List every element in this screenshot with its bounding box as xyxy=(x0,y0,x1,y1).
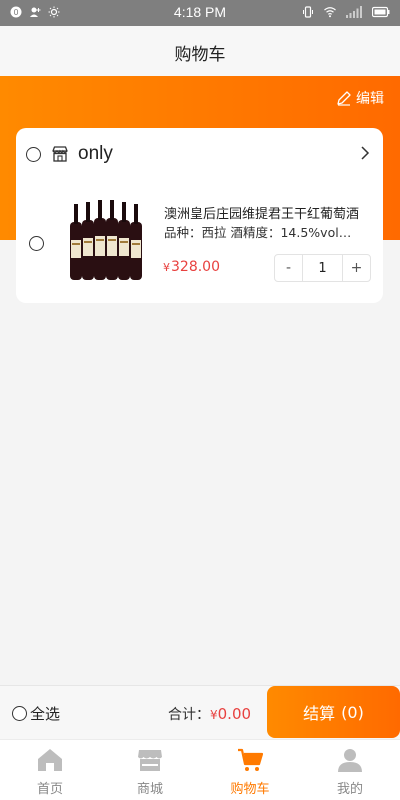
product-spec: 品种：西拉 酒精度：14.5%vol… xyxy=(164,225,352,240)
wine-bottles-group xyxy=(70,200,142,280)
tab-profile[interactable]: 我的 xyxy=(300,740,400,800)
tab-store[interactable]: 商城 xyxy=(100,740,200,800)
total-value: 0.00 xyxy=(217,705,252,723)
shop-select-radio[interactable] xyxy=(26,146,41,162)
edit-button[interactable]: 编辑 xyxy=(336,88,384,108)
tab-cart[interactable]: 购物车 xyxy=(200,740,300,800)
checkout-label: 结算 xyxy=(303,704,336,723)
product-name[interactable]: 澳洲皇后庄园维提君王干红葡萄酒 xyxy=(164,206,369,224)
home-icon xyxy=(38,749,62,771)
decrease-quantity-button[interactable]: - xyxy=(275,255,303,281)
tab-profile-label: 我的 xyxy=(336,782,363,797)
increase-quantity-button[interactable]: + xyxy=(342,255,370,281)
quantity-value[interactable]: 1 xyxy=(303,255,342,281)
quantity-stepper: - 1 + xyxy=(274,254,371,282)
total-summary: 合计：¥0.00 xyxy=(168,704,251,724)
page-header: 购物车 xyxy=(0,26,400,76)
total-currency: ¥ xyxy=(210,708,218,722)
tab-home-label: 首页 xyxy=(36,782,63,797)
shop-name: only xyxy=(78,143,113,164)
checkout-button[interactable]: 结算 (0) xyxy=(267,686,400,738)
edit-pencil-icon xyxy=(337,91,351,106)
signal-icon xyxy=(346,6,362,18)
shop-icon xyxy=(52,146,68,162)
product-price: ¥328.00 xyxy=(163,259,220,275)
checkout-count: (0) xyxy=(341,702,364,722)
checkout-bar: 全选 合计：¥0.00 结算 (0) xyxy=(0,685,400,739)
tab-bar: 首页 商城 购物车 我的 xyxy=(0,739,400,800)
price-value: 328.00 xyxy=(171,259,220,275)
battery-icon xyxy=(372,6,390,18)
chevron-right-icon[interactable] xyxy=(359,145,371,161)
total-amount: ¥0.00 xyxy=(210,705,251,723)
select-all-toggle[interactable]: 全选 xyxy=(12,703,60,724)
vibrate-icon xyxy=(303,6,313,18)
edit-label: 编辑 xyxy=(356,91,384,107)
status-right-icons xyxy=(302,6,390,18)
tab-store-label: 商城 xyxy=(136,782,163,797)
tab-home[interactable]: 首页 xyxy=(0,740,100,800)
store-icon xyxy=(138,750,162,771)
status-bar: 0 4:18 PM xyxy=(0,0,400,26)
item-select-radio[interactable] xyxy=(29,236,44,251)
wifi-icon xyxy=(324,7,336,18)
price-currency: ¥ xyxy=(163,261,170,274)
tab-cart-label: 购物车 xyxy=(230,782,270,797)
total-label: 合计： xyxy=(168,707,210,723)
cart-shop-card: only 澳洲皇后庄园维提君王干红葡萄酒 品种：西拉 酒精度：14.5%vol…… xyxy=(16,128,383,303)
select-all-label: 全选 xyxy=(30,705,61,723)
page-title: 购物车 xyxy=(174,45,226,65)
product-image[interactable] xyxy=(56,196,148,288)
user-icon xyxy=(338,749,362,772)
shop-row[interactable]: only xyxy=(26,141,373,167)
select-all-radio[interactable] xyxy=(12,706,27,721)
cart-icon xyxy=(238,748,263,771)
